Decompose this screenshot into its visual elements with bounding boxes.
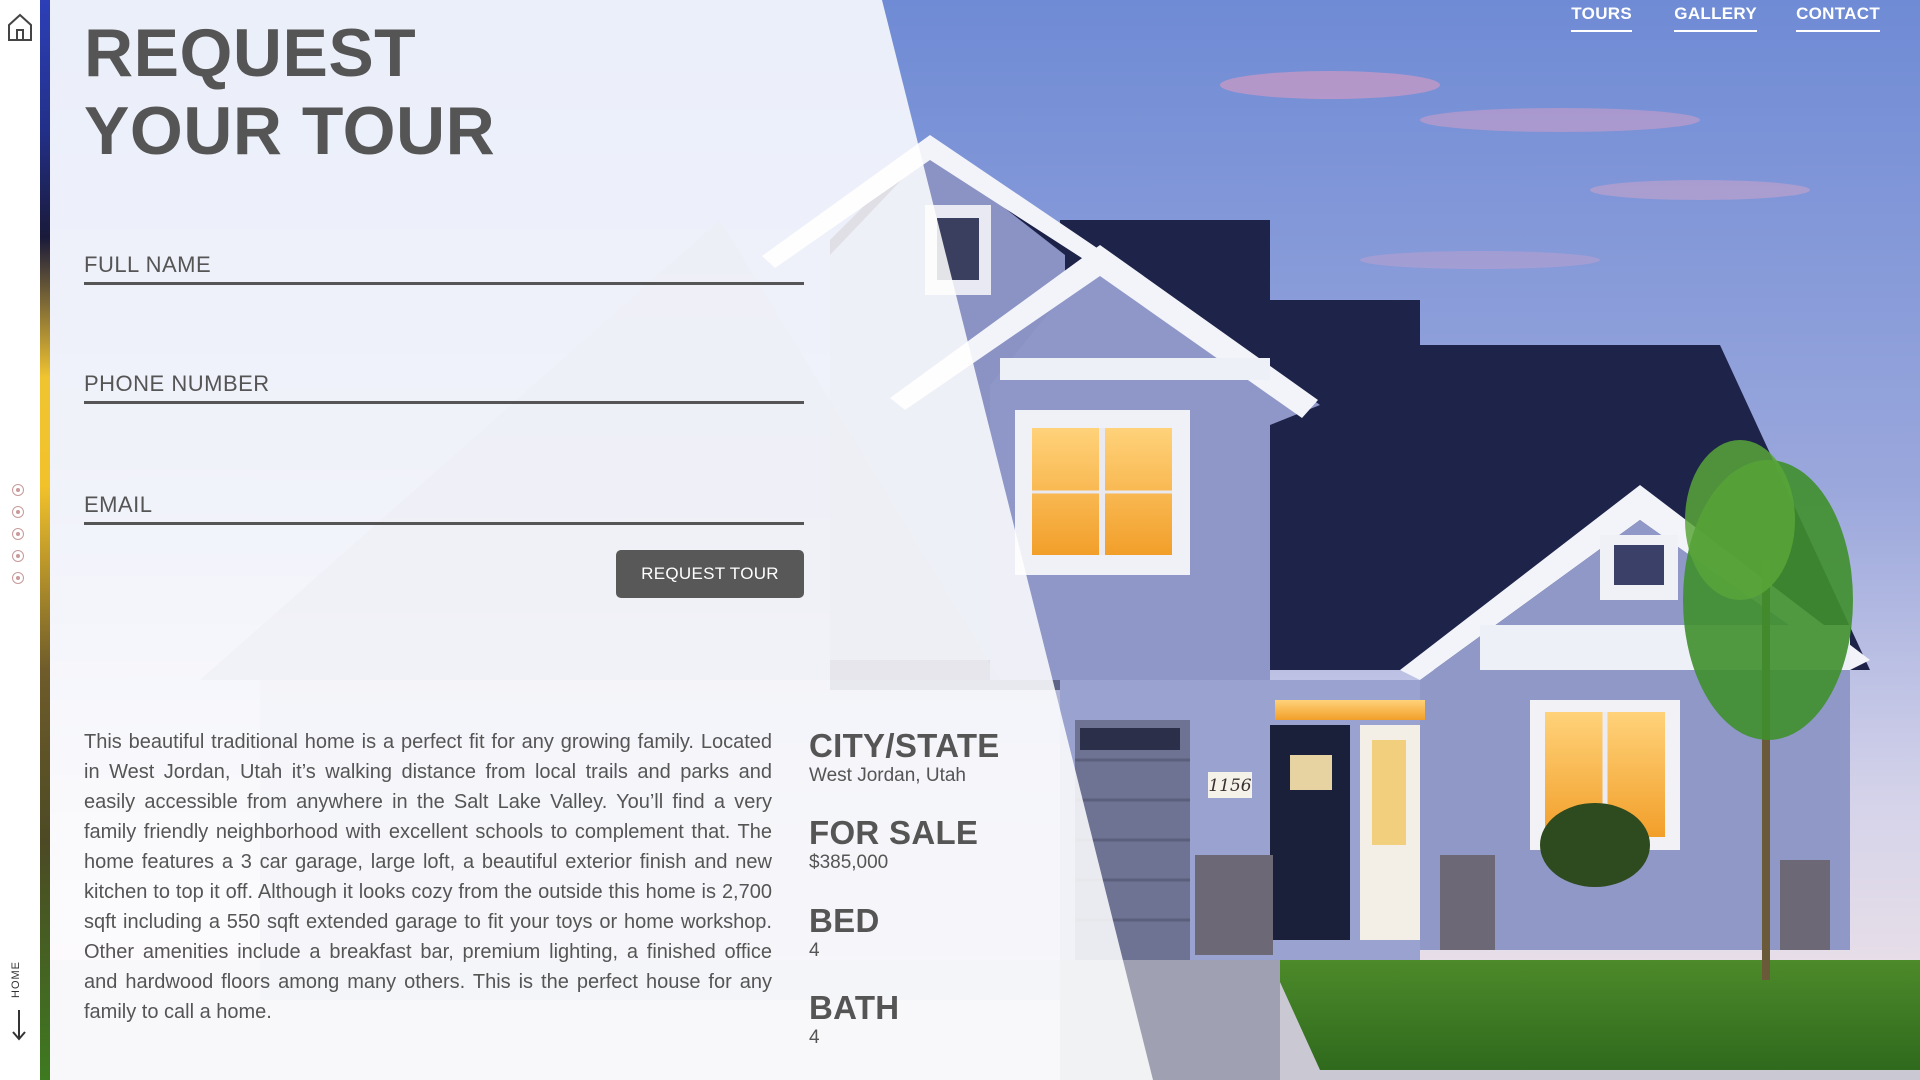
fact-value: 4 — [809, 940, 820, 961]
fact-label: BATH — [809, 989, 900, 1026]
listing-description: This beautiful traditional home is a per… — [84, 731, 772, 1023]
full-name-input[interactable] — [84, 252, 804, 282]
home-icon[interactable] — [6, 12, 34, 42]
fact-label: FOR SALE — [809, 814, 979, 851]
email-field — [84, 492, 804, 525]
nav-item-gallery[interactable]: GALLERY — [1674, 4, 1757, 32]
nav-item-contact[interactable]: CONTACT — [1796, 4, 1880, 32]
section-dot-2[interactable] — [12, 506, 24, 518]
fact-bath: BATH 4 — [809, 990, 899, 1050]
page-title: REQUEST YOUR TOUR — [84, 14, 495, 170]
fact-value: West Jordan, Utah — [809, 765, 967, 786]
phone-number-input[interactable] — [84, 371, 804, 401]
fact-label: BED — [809, 902, 880, 939]
rail-color-stripe — [40, 0, 50, 1080]
fact-label: CITY/STATE — [809, 727, 1000, 764]
arrow-down-icon[interactable] — [10, 1008, 28, 1042]
title-line-2: YOUR TOUR — [84, 93, 496, 169]
nav-item-tours[interactable]: TOURS — [1571, 4, 1632, 32]
request-tour-button[interactable]: REQUEST TOUR — [616, 550, 804, 598]
section-dot-3[interactable] — [12, 528, 24, 540]
fact-city-state: CITY/STATE West Jordan, Utah — [809, 728, 1000, 788]
section-dots — [12, 484, 28, 594]
section-dot-5[interactable] — [12, 572, 24, 584]
title-line-1: REQUEST — [84, 15, 417, 91]
full-name-field — [84, 252, 804, 285]
fact-for-sale: FOR SALE $385,000 — [809, 815, 978, 875]
house-number: 1156 — [1208, 776, 1251, 796]
email-input[interactable] — [84, 492, 804, 522]
fact-value: 4 — [809, 1027, 820, 1048]
left-rail: HOME — [0, 0, 40, 1080]
section-dot-4[interactable] — [12, 550, 24, 562]
fact-bed: BED 4 — [809, 903, 880, 963]
phone-field — [84, 371, 804, 404]
section-dot-1[interactable] — [12, 484, 24, 496]
fact-value: $385,000 — [809, 852, 889, 873]
home-label: HOME — [10, 961, 22, 998]
